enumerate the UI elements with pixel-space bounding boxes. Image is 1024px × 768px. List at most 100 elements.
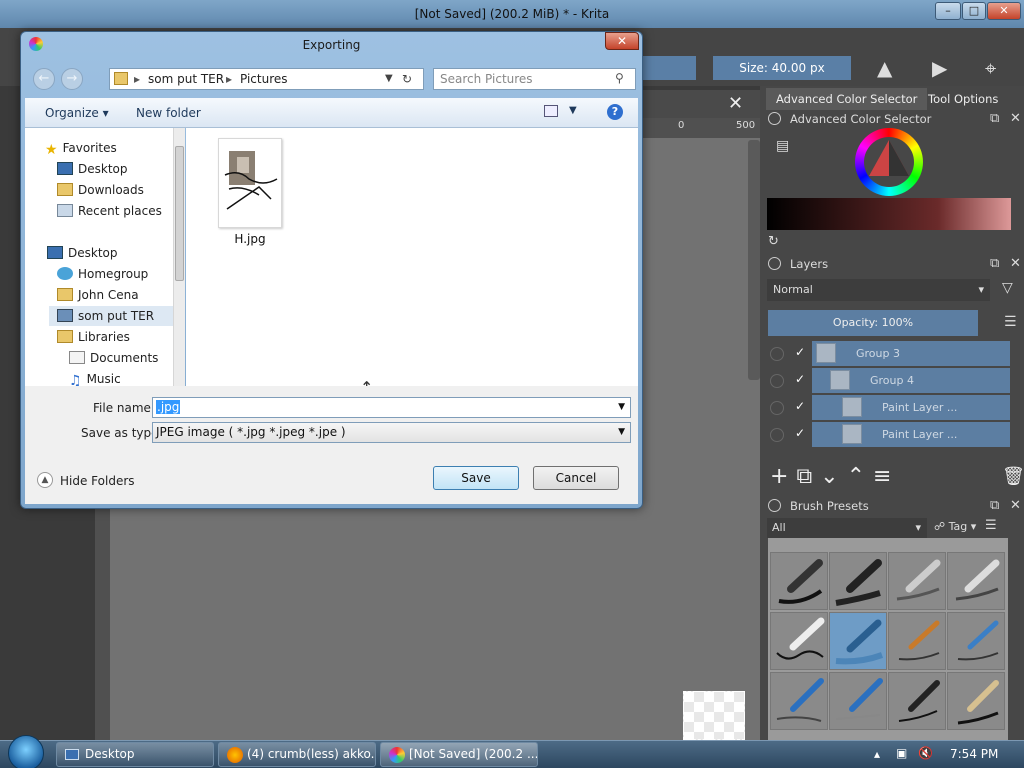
close-docker-icon[interactable]: ✕ bbox=[1010, 254, 1021, 274]
save-button[interactable]: Save bbox=[433, 466, 519, 490]
file-name-input[interactable]: .jpg ▼ bbox=[152, 397, 631, 418]
nav-scrollbar[interactable] bbox=[173, 128, 185, 386]
clock[interactable]: 7:54 PM bbox=[950, 747, 998, 761]
settings-list-icon[interactable]: ▤ bbox=[776, 138, 789, 154]
nav-item-recent-places[interactable]: Recent places bbox=[57, 201, 162, 221]
check-icon[interactable]: ✓ bbox=[795, 345, 805, 359]
mirror-vertical-icon[interactable]: ▶ bbox=[932, 56, 947, 80]
opacity-slider[interactable]: Opacity: 100% bbox=[768, 310, 978, 336]
float-icon[interactable]: ⧉ bbox=[990, 109, 999, 129]
refresh-icon[interactable]: ↻ bbox=[402, 69, 412, 89]
filter-icon[interactable]: ▽ bbox=[1002, 280, 1013, 296]
nav-item-favorites[interactable]: ★ Favorites bbox=[45, 138, 117, 158]
delete-layer-icon[interactable]: 🗑 bbox=[1002, 466, 1024, 487]
brush-preset[interactable] bbox=[770, 612, 828, 670]
layer-row[interactable]: Group 4 bbox=[812, 368, 1010, 393]
nav-item-desktop[interactable]: Desktop bbox=[47, 243, 118, 263]
add-layer-icon[interactable]: + bbox=[770, 464, 796, 489]
layer-row[interactable]: Group 3 bbox=[812, 341, 1010, 366]
new-folder-button[interactable]: New folder bbox=[136, 106, 201, 120]
brush-size-field[interactable]: Size: 40.00 px bbox=[713, 56, 851, 80]
brush-preset[interactable] bbox=[888, 552, 946, 610]
nav-scrollbar-thumb[interactable] bbox=[175, 146, 184, 281]
layer-properties-icon[interactable]: ≡ bbox=[873, 464, 899, 489]
brush-filter-select[interactable]: All ▾ bbox=[767, 518, 927, 538]
close-button[interactable]: ✕ bbox=[987, 2, 1021, 20]
check-icon[interactable]: ✓ bbox=[795, 426, 805, 440]
lock-icon[interactable] bbox=[768, 112, 781, 125]
close-docker-icon[interactable]: ✕ bbox=[1010, 109, 1021, 129]
canvas-scrollbar[interactable] bbox=[748, 140, 760, 380]
refresh-icon[interactable]: ↻ bbox=[768, 234, 779, 249]
nav-item-desktop-favorite[interactable]: Desktop bbox=[57, 159, 128, 179]
cancel-button[interactable]: Cancel bbox=[533, 466, 619, 490]
chevron-down-icon[interactable]: ▼ bbox=[618, 398, 625, 417]
save-as-type-select[interactable]: JPEG image ( *.jpg *.jpeg *.jpe ) ▼ bbox=[152, 422, 631, 443]
brush-preset[interactable] bbox=[947, 552, 1005, 610]
minimize-button[interactable]: – bbox=[935, 2, 961, 20]
breadcrumb-item[interactable]: Pictures bbox=[240, 69, 288, 89]
visibility-icon[interactable] bbox=[770, 428, 784, 442]
network-icon[interactable]: ▣ bbox=[896, 746, 907, 760]
blend-mode-select[interactable]: Normal ▾ bbox=[767, 279, 990, 301]
lock-icon[interactable] bbox=[768, 499, 781, 512]
volume-muted-icon[interactable]: 🔇 bbox=[918, 746, 933, 760]
brush-preset[interactable] bbox=[947, 672, 1005, 730]
start-button[interactable] bbox=[8, 735, 44, 768]
check-icon[interactable]: ✓ bbox=[795, 399, 805, 413]
brush-preset[interactable] bbox=[770, 672, 828, 730]
view-icon[interactable] bbox=[544, 105, 558, 117]
nav-item-downloads[interactable]: Downloads bbox=[57, 180, 144, 200]
move-down-icon[interactable]: ⌄ bbox=[820, 464, 846, 489]
move-up-icon[interactable]: ⌃ bbox=[847, 464, 873, 489]
taskbar-item-desktop[interactable]: Desktop bbox=[56, 742, 214, 767]
search-input[interactable]: Search Pictures bbox=[433, 68, 636, 90]
maximize-button[interactable]: □ bbox=[962, 2, 986, 20]
tab-tool-options[interactable]: Tool Options bbox=[918, 88, 1008, 110]
file-thumbnail[interactable] bbox=[218, 138, 282, 228]
brush-preset[interactable] bbox=[829, 552, 887, 610]
nav-item-libraries[interactable]: Libraries bbox=[57, 327, 130, 347]
organize-button[interactable]: Organize ▾ bbox=[45, 106, 109, 120]
close-docker-icon[interactable]: ✕ bbox=[1010, 496, 1021, 516]
brush-preset-selected[interactable] bbox=[829, 612, 887, 670]
brush-preset[interactable] bbox=[888, 612, 946, 670]
nav-item-homegroup[interactable]: Homegroup bbox=[57, 264, 148, 284]
help-icon[interactable]: ? bbox=[607, 104, 623, 120]
tab-advanced-color-selector[interactable]: Advanced Color Selector bbox=[766, 88, 928, 110]
layer-row[interactable]: Paint Layer ... bbox=[812, 395, 1010, 420]
chevron-down-icon[interactable]: ▼ bbox=[385, 69, 393, 89]
float-icon[interactable]: ⧉ bbox=[990, 254, 999, 274]
forward-button[interactable]: → bbox=[61, 68, 83, 90]
brush-preset[interactable] bbox=[947, 612, 1005, 670]
crop-icon[interactable]: ⌖ bbox=[985, 56, 996, 80]
brush-preset[interactable] bbox=[770, 552, 828, 610]
chevron-down-icon[interactable]: ▼ bbox=[569, 105, 577, 116]
nav-item-user[interactable]: John Cena bbox=[57, 285, 139, 305]
breadcrumb-item[interactable]: som put TER bbox=[148, 69, 224, 89]
visibility-icon[interactable] bbox=[770, 347, 784, 361]
color-shade-bar[interactable] bbox=[767, 198, 1011, 230]
nav-item-documents[interactable]: Documents bbox=[69, 348, 158, 368]
nav-item-computer[interactable]: som put TER bbox=[49, 306, 183, 326]
brush-preset[interactable] bbox=[888, 672, 946, 730]
close-document-icon[interactable]: ✕ bbox=[728, 93, 743, 114]
hide-folders-icon[interactable]: ▲ bbox=[37, 472, 53, 488]
menu-icon[interactable]: ☰ bbox=[1004, 314, 1017, 330]
lock-icon[interactable] bbox=[768, 257, 781, 270]
visibility-icon[interactable] bbox=[770, 374, 784, 388]
duplicate-layer-icon[interactable]: ⧉ bbox=[796, 464, 820, 489]
chevron-down-icon[interactable]: ▼ bbox=[618, 423, 625, 442]
check-icon[interactable]: ✓ bbox=[795, 372, 805, 386]
menu-icon[interactable]: ☰ bbox=[985, 518, 997, 533]
tag-button[interactable]: ☍ Tag ▾ bbox=[934, 520, 976, 533]
taskbar-item-krita[interactable]: [Not Saved] (200.2 ... bbox=[380, 742, 538, 767]
float-icon[interactable]: ⧉ bbox=[990, 496, 999, 516]
brush-preset-field[interactable] bbox=[640, 56, 696, 80]
layer-row[interactable]: Paint Layer ... bbox=[812, 422, 1010, 447]
hide-folders-button[interactable]: Hide Folders bbox=[60, 474, 135, 488]
breadcrumb[interactable]: ▸ som put TER ▸ Pictures ▼ ↻ bbox=[109, 68, 424, 90]
visibility-icon[interactable] bbox=[770, 401, 784, 415]
dialog-close-button[interactable]: ✕ bbox=[605, 32, 639, 50]
show-hidden-icons-icon[interactable]: ▴ bbox=[874, 747, 880, 761]
